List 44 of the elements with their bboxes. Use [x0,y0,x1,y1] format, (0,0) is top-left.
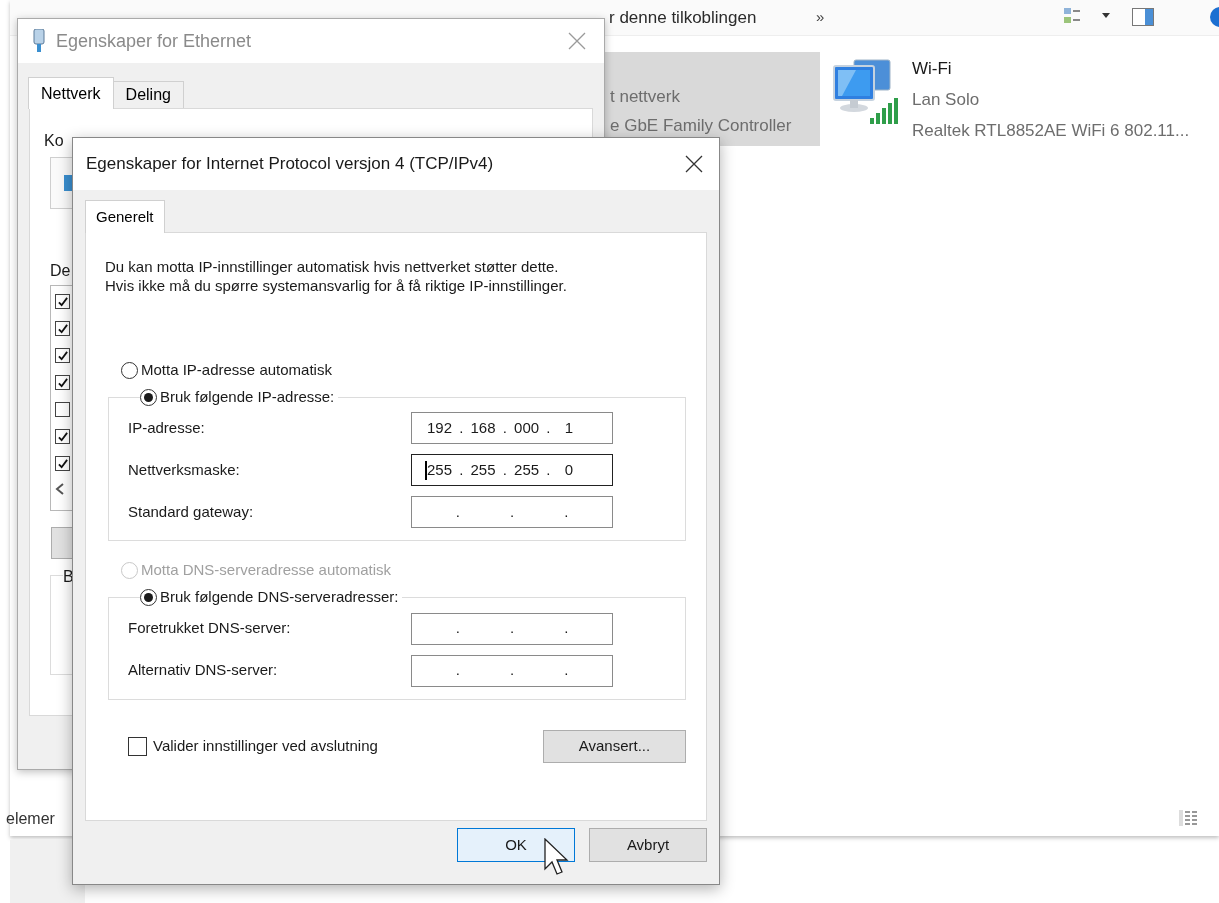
ethernet-icon [32,29,46,53]
dialog-title: Egenskaper for Internet Protocol versjon 4 (TCP/IPv4) [86,153,494,176]
ip-address-field[interactable]: 255 . 255 . 255 . 0 [411,454,613,487]
connection-name: Wi-Fi [912,58,953,79]
tab[interactable]: Deling [112,81,184,109]
checkbox[interactable] [55,321,70,336]
toolbar-overflow[interactable]: » [816,6,825,29]
field-label: Nettverksmaske: [128,460,241,480]
checkbox[interactable] [55,429,70,444]
close-icon[interactable] [685,155,703,173]
network-name: Lan Solo [912,89,981,110]
checkbox[interactable] [55,348,70,363]
ip-address-field[interactable]: . . . [411,654,613,687]
checkbox[interactable] [55,294,70,309]
field-label: Ko [44,131,64,151]
item-count: elemer [6,809,55,829]
tab[interactable]: Nettverk [28,77,114,109]
preview-pane-icon[interactable] [1132,8,1154,26]
dialog-button[interactable]: OK [457,828,575,862]
field-label: IP-adresse: [128,418,206,438]
tab[interactable]: Generelt [85,200,165,233]
connection-detail: t nettverk [610,86,681,107]
connection-detail: e GbE Family Controller [610,115,793,136]
caret-icon[interactable] [1101,13,1111,19]
checkbox[interactable] [55,456,70,471]
ip-address-field[interactable]: 192 . 168 . 000 . 1 [411,412,613,445]
field-label: Foretrukket DNS-server: [128,618,292,639]
ip-address-field[interactable]: . . . [411,496,613,529]
details-view-icon[interactable] [1178,809,1200,827]
view-options-icon[interactable] [1063,6,1083,26]
window-title: Egenskaper for Ethernet [56,29,252,53]
dialog-button[interactable]: Avbryt [589,828,707,862]
toolbar-command[interactable]: r denne tilkoblingen [609,4,757,31]
field-label: De [50,261,71,281]
advanced-button[interactable]: Avansert... [543,729,686,763]
scroll-left-icon[interactable] [55,483,65,495]
ip-address-field[interactable]: . . . [411,612,613,645]
checkbox[interactable]: Valider innstillinger ved avslutning [128,734,378,758]
description-text: Du kan motta IP-innstillinger automatisk hvis nettverket støtter dette. Hvis ikke må du spørre systemansvarlig for å få riktige IP-innstillinger. [104,257,568,295]
adapter-name: Realtek RTL8852AE WiFi 6 802.11... [912,120,1190,141]
checkbox[interactable] [55,375,70,390]
checkbox[interactable] [55,402,70,417]
field-label: Standard gateway: [128,502,255,522]
field-label: Alternativ DNS-server: [128,660,279,681]
